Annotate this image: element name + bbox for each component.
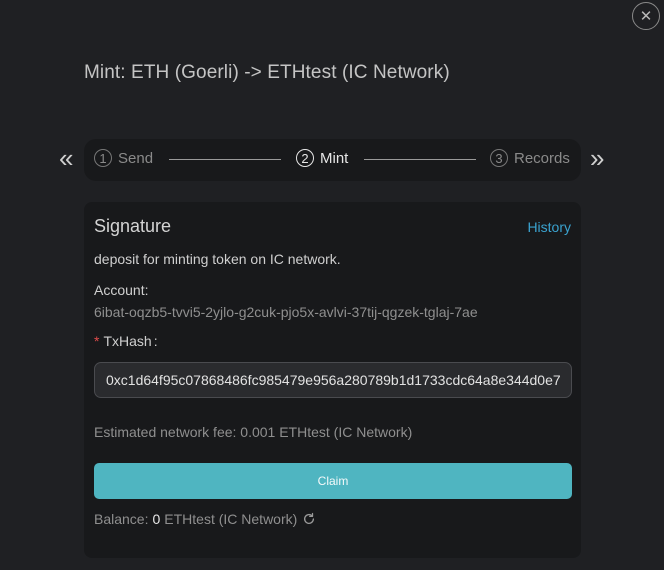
txhash-label: TxHash — [103, 333, 152, 349]
step-mint[interactable]: 2 Mint — [296, 149, 348, 167]
step-send[interactable]: 1 Send — [94, 149, 153, 167]
previous-step-arrow[interactable]: « — [59, 145, 73, 171]
balance-row: Balance: 0 ETHtest (IC Network) — [94, 511, 316, 527]
required-marker: * — [94, 333, 100, 349]
refresh-icon[interactable] — [302, 512, 316, 526]
account-value: 6ibat-oqzb5-tvvi5-2yjlo-g2cuk-pjo5x-avlv… — [94, 304, 478, 320]
balance-amount: 0 — [152, 511, 161, 527]
step-number: 2 — [296, 149, 314, 167]
step-label: Records — [514, 149, 570, 167]
step-number: 1 — [94, 149, 112, 167]
stepper: 1 Send 2 Mint 3 Records — [84, 139, 581, 181]
close-icon: ✕ — [639, 7, 653, 25]
step-label: Send — [118, 149, 154, 167]
dialog-title: Mint: ETH (Goerli) -> ETHtest (IC Networ… — [84, 62, 450, 83]
estimated-fee: Estimated network fee: 0.001 ETHtest (IC… — [94, 424, 413, 440]
step-connector — [169, 159, 281, 160]
txhash-label-row: * TxHash: — [94, 333, 158, 349]
history-link[interactable]: History — [527, 219, 571, 235]
balance-unit: ETHtest (IC Network) — [164, 511, 298, 527]
close-button[interactable]: ✕ — [632, 2, 660, 30]
signature-card: Signature History deposit for minting to… — [84, 202, 581, 558]
step-records[interactable]: 3 Records — [490, 149, 570, 167]
account-label: Account: — [94, 282, 149, 298]
claim-button[interactable]: Claim — [94, 463, 572, 499]
txhash-value: 0xc1d64f95c07868486fc985479e956a280789b1… — [106, 372, 561, 388]
step-connector — [364, 159, 476, 160]
step-label: Mint — [320, 149, 349, 167]
card-description: deposit for minting token on IC network. — [94, 251, 341, 267]
next-step-arrow[interactable]: » — [590, 145, 604, 171]
txhash-colon: : — [153, 333, 158, 349]
card-title: Signature — [94, 216, 172, 236]
txhash-input[interactable]: 0xc1d64f95c07868486fc985479e956a280789b1… — [94, 362, 572, 398]
step-number: 3 — [490, 149, 508, 167]
balance-label: Balance: — [94, 511, 149, 527]
